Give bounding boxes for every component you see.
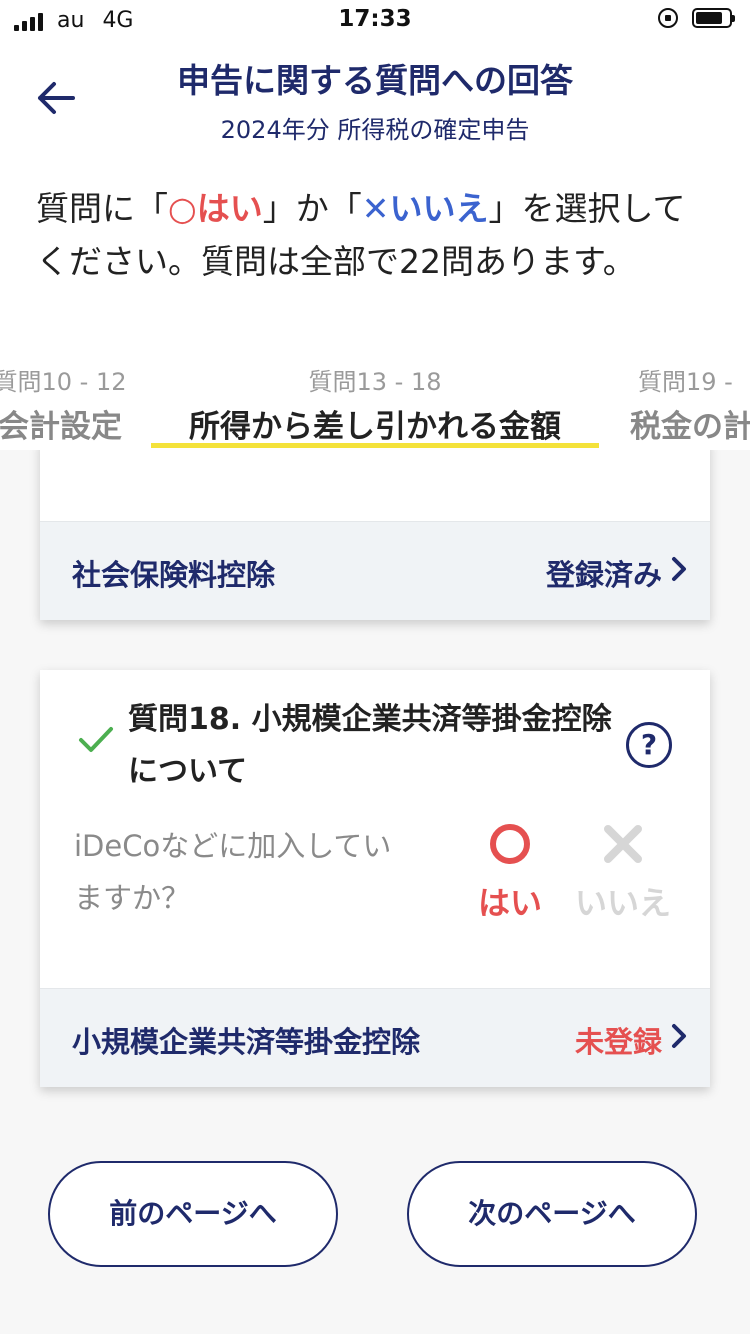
chevron-right-icon [672, 557, 686, 581]
question-card-social-insurance: 社会保険料控除 登録済み [40, 450, 710, 620]
question-card-18: 質問18. 小規模企業共済等掛金控除について ? iDeCoなどに加入しています… [40, 670, 710, 1087]
active-tab-indicator [151, 443, 599, 448]
intro-section: 質問に「○はい」か「✕いいえ」を選択してください。質問は全部で22問あります。 [0, 152, 750, 352]
deduction-label: 小規模企業共済等掛金控除 [72, 1025, 421, 1059]
yes-button[interactable]: はい [470, 822, 550, 924]
status-right [658, 8, 735, 28]
battery-icon [692, 8, 735, 28]
batsu-icon: ✕ [361, 189, 390, 228]
section-tabs: 質問10 - 12 会計設定 質問13 - 18 所得から差し引かれる金額 質問… [0, 352, 750, 450]
status-unregistered: 未登録 [574, 1025, 662, 1059]
intro-yes-text: はい [196, 189, 263, 228]
intro-text: 質問に「○はい」か「✕いいえ」を選択してください。質問は全部で22問あります。 [36, 182, 716, 288]
chevron-right-icon [672, 1024, 686, 1048]
deduction-row-small-business-mutual-aid[interactable]: 小規模企業共済等掛金控除 未登録 [40, 988, 710, 1087]
rotation-lock-icon [658, 8, 678, 28]
tab-tax-calculation[interactable]: 質問19 - 税金の計 [630, 362, 750, 446]
no-button[interactable]: いいえ [568, 822, 678, 924]
tab-label: 所得から差し引かれる金額 [189, 409, 561, 445]
next-page-button[interactable]: 次のページへ [407, 1161, 697, 1267]
page-header: 申告に関する質問への回答 2024年分 所得税の確定申告 [0, 40, 750, 152]
tab-deductions[interactable]: 質問13 - 18 所得から差し引かれる金額 [151, 362, 599, 446]
status-bar: au 4G 17:33 [0, 0, 750, 40]
tab-label: 会計設定 [0, 409, 122, 445]
intro-part2: 」か「 [262, 189, 362, 228]
tab-range: 質問10 - 12 [0, 368, 127, 396]
maru-icon: ○ [168, 189, 197, 228]
help-icon[interactable]: ? [626, 722, 672, 768]
question-title: 質問18. 小規模企業共済等掛金控除について [128, 702, 612, 789]
question-text: iDeCoなどに加入していますか？ [74, 829, 392, 915]
page-subtitle: 2024年分 所得税の確定申告 [220, 116, 530, 144]
prev-page-button[interactable]: 前のページへ [48, 1161, 338, 1267]
tab-label: 税金の計 [630, 409, 750, 445]
tab-range: 質問13 - 18 [308, 368, 442, 396]
clock: 17:33 [338, 6, 412, 32]
no-label: いいえ [574, 884, 671, 922]
intro-part1: 質問に「 [36, 189, 168, 228]
question-list: 社会保険料控除 登録済み 質問18. 小規模企業共済等掛金控除について ? iD… [0, 450, 750, 1334]
yes-label: はい [477, 884, 542, 922]
deduction-label: 社会保険料控除 [72, 558, 276, 592]
check-icon [79, 727, 113, 752]
tab-accounting-settings[interactable]: 質問10 - 12 会計設定 [0, 362, 150, 446]
circle-icon [490, 824, 530, 864]
deduction-row-social-insurance[interactable]: 社会保険料控除 登録済み [40, 521, 710, 620]
page-title: 申告に関する質問への回答 [177, 61, 573, 100]
tab-range: 質問19 - [638, 368, 733, 396]
intro-no-text: いいえ [389, 189, 489, 228]
status-registered: 登録済み [545, 558, 662, 592]
cross-icon [604, 825, 642, 863]
